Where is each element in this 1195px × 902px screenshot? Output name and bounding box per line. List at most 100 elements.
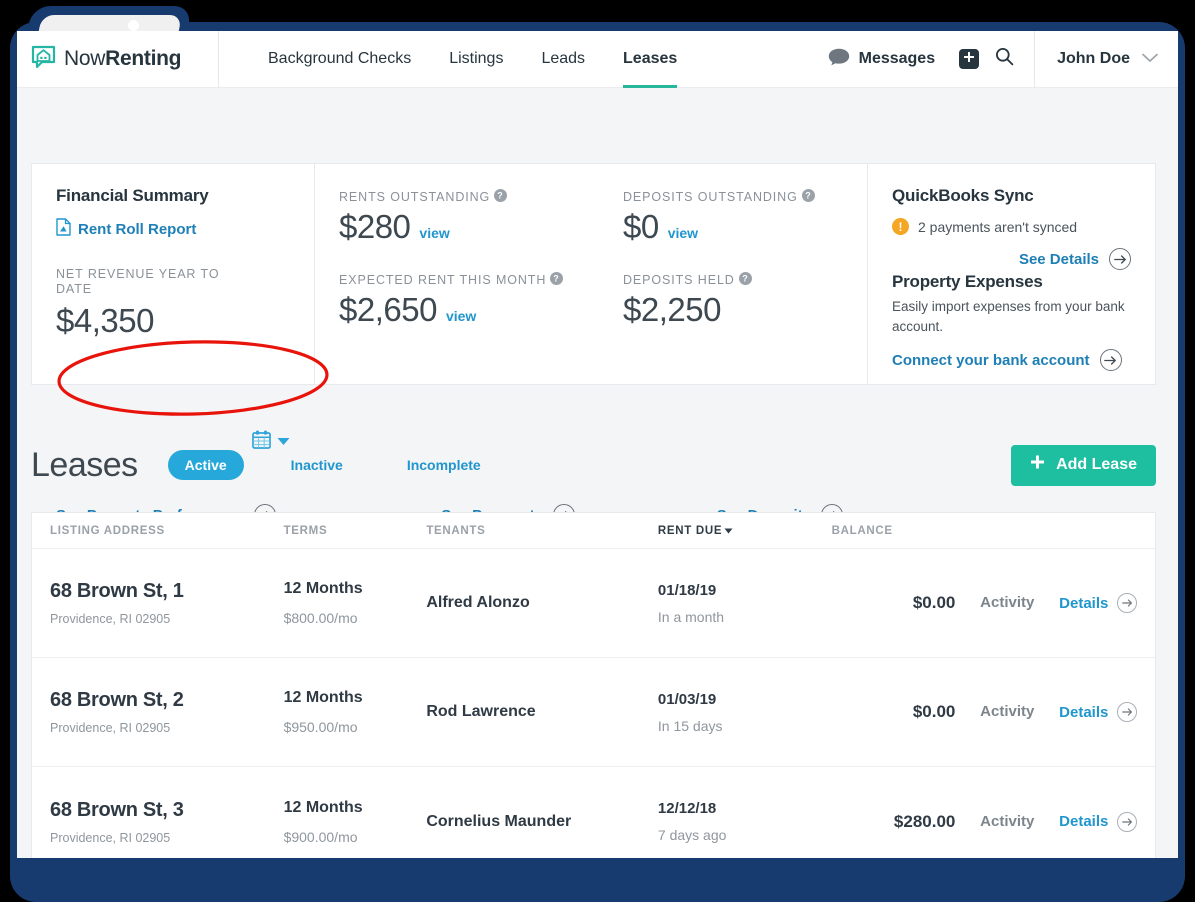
- listing-city: Providence, RI 02905: [50, 612, 171, 626]
- deposits-outstanding-label: DEPOSITS OUTSTANDING: [623, 189, 798, 204]
- brand-logo[interactable]: NowRenting: [17, 31, 219, 88]
- activity-link[interactable]: Activity: [980, 703, 1034, 720]
- cell-balance: $0.00: [832, 593, 956, 613]
- exclamation-circle-icon: !: [892, 218, 909, 235]
- add-button[interactable]: [959, 49, 980, 69]
- main-nav: Background Checks Listings Leads Leases: [249, 31, 696, 88]
- activity-link[interactable]: Activity: [980, 594, 1034, 611]
- help-circle-icon[interactable]: ?: [494, 189, 508, 206]
- search-button[interactable]: [995, 47, 1014, 71]
- brand-wordmark: NowRenting: [64, 47, 181, 71]
- listing-address: 68 Brown St, 2: [50, 689, 184, 711]
- messages-label: Messages: [858, 50, 936, 67]
- cell-terms: 12 Months $900.00/mo: [284, 799, 427, 845]
- cell-tenants: Cornelius Maunder: [426, 813, 658, 831]
- cell-listing-address: 68 Brown St, 3 Providence, RI 02905: [32, 799, 284, 845]
- column-header-listing-address[interactable]: LISTING ADDRESS: [32, 525, 284, 537]
- plus-icon: [1030, 455, 1045, 475]
- financial-summary-column: Financial Summary Rent Roll Report NET R…: [32, 164, 315, 526]
- add-lease-button[interactable]: Add Lease: [1011, 444, 1156, 486]
- help-circle-icon[interactable]: ?: [801, 189, 815, 206]
- arrow-right-circle-icon: [1117, 811, 1138, 832]
- details-link[interactable]: Details: [1059, 702, 1155, 722]
- connect-bank-account-link[interactable]: Connect your bank account: [892, 349, 1131, 371]
- messages-button[interactable]: Messages: [828, 48, 936, 71]
- pdf-file-icon: [56, 218, 71, 240]
- expected-rent-value: $2,650: [339, 291, 437, 328]
- filter-active[interactable]: Active: [167, 450, 244, 480]
- svg-text:?: ?: [497, 191, 503, 201]
- page-title: Leases: [31, 445, 138, 484]
- details-link[interactable]: Details: [1059, 811, 1155, 832]
- rents-outstanding-view-link[interactable]: view: [419, 225, 449, 241]
- expected-rent-view-link[interactable]: view: [446, 308, 476, 324]
- help-circle-icon[interactable]: ?: [550, 272, 564, 289]
- activity-link[interactable]: Activity: [980, 813, 1034, 830]
- deposits-outstanding-view-link[interactable]: view: [668, 225, 698, 241]
- help-circle-icon[interactable]: ?: [738, 272, 752, 289]
- user-menu[interactable]: John Doe: [1034, 31, 1178, 88]
- lease-term: 12 Months: [283, 689, 363, 706]
- lease-rent: $800.00/mo: [283, 610, 358, 626]
- column-header-tenants[interactable]: TENANTS: [426, 525, 658, 537]
- table-row[interactable]: 68 Brown St, 2 Providence, RI 02905 12 M…: [32, 658, 1155, 767]
- app-viewport: NowRenting Background Checks Listings Le…: [17, 31, 1178, 858]
- rent-roll-report-label: Rent Roll Report: [78, 220, 197, 238]
- table-row[interactable]: 68 Brown St, 1 Providence, RI 02905 12 M…: [32, 549, 1155, 658]
- column-header-terms[interactable]: TERMS: [284, 525, 427, 537]
- property-expenses-description: Easily import expenses from your bank ac…: [892, 299, 1125, 334]
- svg-text:?: ?: [805, 191, 811, 201]
- property-expenses-title: Property Expenses: [892, 272, 1043, 291]
- details-link[interactable]: Details: [1059, 593, 1155, 613]
- cell-rent-due: 12/12/18 7 days ago: [658, 800, 832, 843]
- lease-term: 12 Months: [283, 580, 363, 597]
- net-revenue-value: $4,350: [56, 302, 154, 339]
- details-label: Details: [1059, 703, 1109, 721]
- plus-square-icon: [963, 50, 975, 68]
- expected-rent-label-row: EXPECTED RENT THIS MONTH?: [339, 272, 575, 289]
- filter-incomplete[interactable]: Incomplete: [390, 450, 498, 480]
- deposits-column: DEPOSITS OUTSTANDING? $0 view DEPOSITS H…: [599, 164, 867, 526]
- cell-activity: Activity: [955, 594, 1059, 612]
- rent-roll-report-link[interactable]: Rent Roll Report: [56, 218, 290, 240]
- listing-city: Providence, RI 02905: [50, 721, 171, 735]
- cell-tenants: Alfred Alonzo: [426, 594, 658, 612]
- tenant-name: Alfred Alonzo: [426, 594, 530, 611]
- top-navigation-bar: NowRenting Background Checks Listings Le…: [17, 31, 1178, 88]
- see-details-link[interactable]: See Details: [892, 248, 1131, 270]
- cell-activity: Activity: [955, 703, 1059, 721]
- search-icon: [995, 47, 1014, 71]
- nav-item-background-checks[interactable]: Background Checks: [249, 31, 430, 88]
- arrow-right-circle-icon: [1099, 349, 1122, 371]
- cell-terms: 12 Months $950.00/mo: [284, 689, 427, 735]
- svg-text:?: ?: [742, 274, 748, 284]
- house-chat-logo-icon: [31, 44, 56, 74]
- cell-listing-address: 68 Brown St, 2 Providence, RI 02905: [32, 689, 284, 735]
- cell-details: Details: [1059, 593, 1155, 613]
- table-header-row: LISTING ADDRESS TERMS TENANTS RENT DUE B…: [32, 513, 1155, 549]
- table-row[interactable]: 68 Brown St, 3 Providence, RI 02905 12 M…: [32, 767, 1155, 858]
- tenant-name: Cornelius Maunder: [426, 812, 572, 830]
- column-header-rent-due[interactable]: RENT DUE: [658, 525, 832, 537]
- nav-item-leads[interactable]: Leads: [522, 31, 604, 88]
- rent-due-date: 01/03/19: [657, 690, 717, 708]
- deposits-outstanding-label-row: DEPOSITS OUTSTANDING?: [623, 189, 843, 206]
- financial-summary-title: Financial Summary: [56, 186, 209, 205]
- rent-due-relative: 7 days ago: [657, 827, 727, 843]
- nav-item-leases[interactable]: Leases: [604, 31, 696, 88]
- arrow-right-circle-icon: [1109, 248, 1131, 270]
- listing-address: 68 Brown St, 3: [50, 798, 184, 821]
- filter-inactive[interactable]: Inactive: [274, 450, 360, 480]
- brand-bold: Renting: [105, 47, 182, 70]
- column-header-balance[interactable]: BALANCE: [832, 525, 956, 537]
- top-right-actions: Messages John Doe: [828, 31, 1178, 88]
- deposits-held-label: DEPOSITS HELD: [623, 272, 735, 287]
- deposits-held-label-row: DEPOSITS HELD?: [623, 272, 843, 289]
- nav-item-listings[interactable]: Listings: [430, 31, 522, 88]
- connect-bank-account-label: Connect your bank account: [892, 351, 1090, 369]
- rents-outstanding-value: $280: [339, 208, 411, 245]
- cell-rent-due: 01/03/19 In 15 days: [658, 691, 832, 734]
- quickbooks-warning: ! 2 payments aren't synced: [892, 218, 1131, 235]
- expected-rent-label: EXPECTED RENT THIS MONTH: [339, 272, 547, 287]
- rents-outstanding-label: RENTS OUTSTANDING: [339, 189, 491, 204]
